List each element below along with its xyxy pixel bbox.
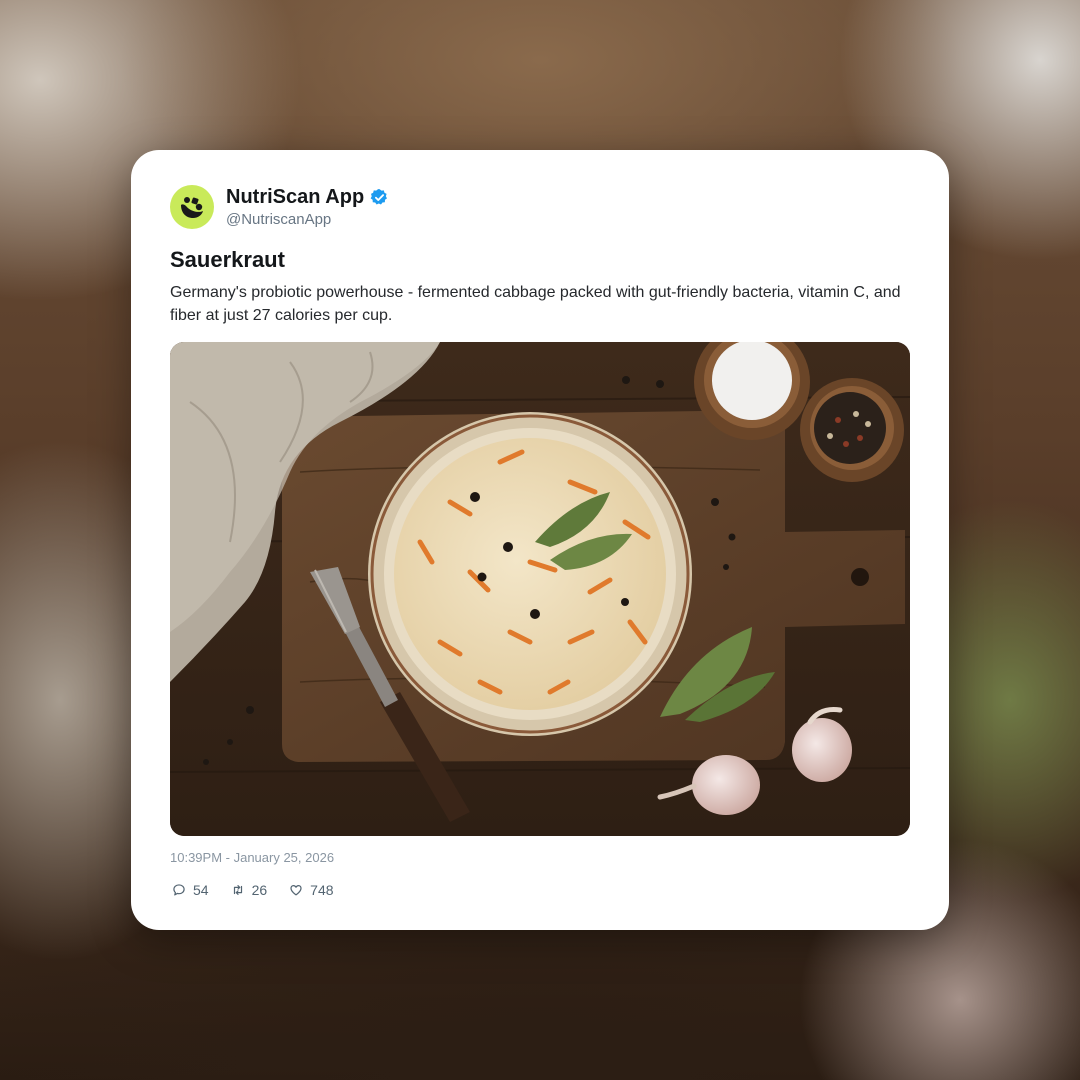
verified-badge-icon [370, 189, 388, 205]
engagement-bar: 54 26 748 [172, 882, 356, 898]
post-title: Sauerkraut [170, 247, 285, 272]
retweet-button[interactable]: 26 [231, 882, 268, 898]
author-name[interactable]: NutriScan App [226, 186, 364, 209]
sauerkraut-photo [170, 342, 910, 836]
comment-icon [173, 884, 185, 896]
avatar[interactable] [170, 185, 214, 229]
post-timestamp[interactable]: 10:39PM - January 25, 2026 [170, 850, 334, 865]
like-button[interactable]: 748 [289, 882, 334, 898]
like-count: 748 [310, 882, 334, 898]
post-description: Germany's probiotic powerhouse - ferment… [170, 284, 901, 324]
comment-button[interactable]: 54 [172, 882, 209, 898]
post-card: NutriScan App @NutriscanApp Sauerkraut G… [131, 150, 949, 930]
post-image[interactable] [170, 342, 910, 836]
heart-icon [290, 885, 302, 896]
retweet-count: 26 [251, 882, 268, 898]
comment-count: 54 [193, 882, 209, 898]
retweet-icon [233, 885, 242, 895]
nutriscan-logo-icon [181, 197, 203, 218]
author-row: NutriScan App [226, 186, 389, 209]
author-handle[interactable]: @NutriscanApp [226, 211, 331, 228]
